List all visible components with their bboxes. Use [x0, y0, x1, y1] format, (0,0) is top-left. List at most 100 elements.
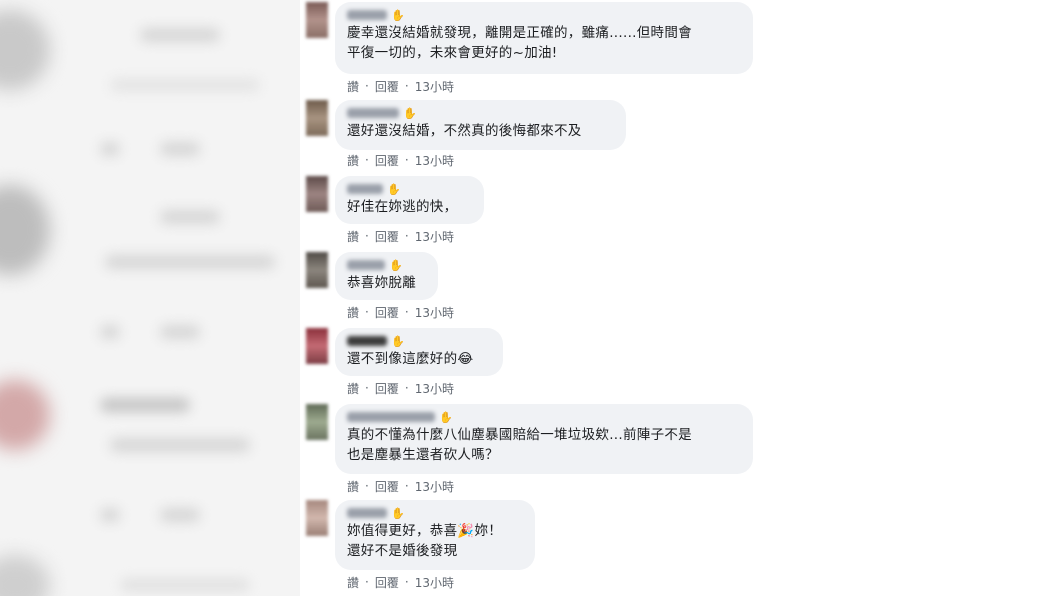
- hand-icon: ✋: [389, 258, 403, 272]
- like-link[interactable]: 讚: [347, 78, 359, 95]
- comment-actions: 讚 · 回覆 · 13小時: [347, 304, 454, 320]
- comment-bubble: ✋ 妳值得更好，恭喜🎉妳！ 還好不是婚後發現: [335, 500, 535, 570]
- avatar[interactable]: [306, 404, 328, 440]
- author-name-blurred[interactable]: [347, 108, 399, 118]
- author-name-blurred[interactable]: [347, 184, 383, 194]
- timestamp[interactable]: 13小時: [415, 228, 454, 245]
- blurred-text: [160, 142, 200, 156]
- blurred-text: [160, 325, 200, 339]
- avatar[interactable]: [306, 500, 328, 536]
- blank-background-right: [760, 0, 1060, 596]
- like-link[interactable]: 讚: [347, 574, 359, 591]
- avatar[interactable]: [306, 2, 328, 38]
- like-link[interactable]: 讚: [347, 228, 359, 245]
- comment-actions: 讚 · 回覆 · 13小時: [347, 380, 454, 396]
- dot-separator: ·: [365, 575, 369, 589]
- blurred-avatar: [0, 10, 50, 90]
- comment-feed: ✋ 慶幸還沒結婚就發現，離開是正確的，雖痛......但時間會 平復一切的，未來…: [300, 0, 760, 596]
- comment-bubble: ✋ 好佳在妳逃的快，: [335, 176, 484, 224]
- timestamp[interactable]: 13小時: [415, 78, 454, 95]
- comment-text: 妳值得更好，恭喜🎉妳！ 還好不是婚後發現: [347, 523, 503, 559]
- reply-link[interactable]: 回覆: [375, 78, 399, 95]
- timestamp[interactable]: 13小時: [415, 304, 454, 321]
- author-name-blurred[interactable]: [347, 10, 387, 20]
- comment-text: 好佳在妳逃的快，: [347, 199, 458, 215]
- dot-separator: ·: [404, 381, 409, 395]
- like-link[interactable]: 讚: [347, 152, 359, 169]
- timestamp[interactable]: 13小時: [415, 380, 454, 397]
- comment-actions: 讚 · 回覆 · 13小時: [347, 574, 454, 590]
- avatar[interactable]: [306, 100, 328, 136]
- like-link[interactable]: 讚: [347, 304, 359, 321]
- author-row: ✋: [347, 257, 426, 273]
- blurred-avatar: [0, 380, 50, 450]
- avatar[interactable]: [306, 176, 328, 212]
- avatar[interactable]: [306, 328, 328, 364]
- dot-separator: ·: [365, 479, 369, 493]
- comment-bubble: ✋ 還好還沒結婚，不然真的後悔都來不及: [335, 100, 626, 150]
- comment-bubble: ✋ 恭喜妳脫離: [335, 252, 438, 300]
- comment-text: 真的不懂為什麼八仙塵暴國賠給一堆垃圾欸...前陣子不是 也是塵暴生還者砍人嗎？: [347, 427, 692, 463]
- author-row: ✋: [347, 7, 741, 23]
- comment-actions: 讚 · 回覆 · 13小時: [347, 78, 454, 94]
- hand-icon: ✋: [403, 106, 417, 120]
- dot-separator: ·: [365, 79, 369, 93]
- author-name-blurred[interactable]: [347, 260, 385, 270]
- hand-icon: ✋: [387, 182, 401, 196]
- author-name-blurred[interactable]: [347, 336, 387, 346]
- dot-separator: ·: [404, 79, 409, 93]
- comment-actions: 讚 · 回覆 · 13小時: [347, 152, 454, 168]
- dot-separator: ·: [404, 479, 409, 493]
- reply-link[interactable]: 回覆: [375, 228, 399, 245]
- comment-actions: 讚 · 回覆 · 13小時: [347, 228, 454, 244]
- timestamp[interactable]: 13小時: [415, 574, 454, 591]
- dot-separator: ·: [365, 153, 369, 167]
- like-link[interactable]: 讚: [347, 478, 359, 495]
- like-link[interactable]: 讚: [347, 380, 359, 397]
- comment-text: 恭喜妳脫離: [347, 275, 416, 291]
- comment-bubble: ✋ 真的不懂為什麼八仙塵暴國賠給一堆垃圾欸...前陣子不是 也是塵暴生還者砍人嗎…: [335, 404, 753, 474]
- blurred-text: [120, 578, 250, 592]
- blurred-text: [140, 28, 220, 42]
- timestamp[interactable]: 13小時: [415, 152, 454, 169]
- blurred-text: [100, 325, 120, 339]
- dot-separator: ·: [404, 575, 409, 589]
- dot-separator: ·: [404, 305, 409, 319]
- comment-actions: 讚 · 回覆 · 13小時: [347, 478, 454, 494]
- hand-icon: ✋: [391, 334, 405, 348]
- comment-text: 還不到像這麼好的😂: [347, 351, 474, 367]
- blurred-avatar: [0, 185, 50, 275]
- hand-icon: ✋: [391, 8, 405, 22]
- author-name-blurred[interactable]: [347, 412, 435, 422]
- reply-link[interactable]: 回覆: [375, 380, 399, 397]
- hand-icon: ✋: [439, 410, 453, 424]
- blurred-background-left: [0, 0, 300, 596]
- comment-bubble: ✋ 慶幸還沒結婚就發現，離開是正確的，雖痛......但時間會 平復一切的，未來…: [335, 2, 753, 74]
- reply-link[interactable]: 回覆: [375, 574, 399, 591]
- dot-separator: ·: [404, 153, 409, 167]
- reply-link[interactable]: 回覆: [375, 478, 399, 495]
- timestamp[interactable]: 13小時: [415, 478, 454, 495]
- blurred-text: [100, 142, 120, 156]
- blurred-text: [160, 508, 200, 522]
- author-row: ✋: [347, 333, 491, 349]
- comment-bubble: ✋ 還不到像這麼好的😂: [335, 328, 503, 376]
- author-row: ✋: [347, 105, 614, 121]
- dot-separator: ·: [404, 229, 409, 243]
- author-row: ✋: [347, 505, 523, 521]
- blurred-text: [105, 255, 275, 269]
- blurred-text: [110, 78, 260, 92]
- dot-separator: ·: [365, 381, 369, 395]
- blurred-avatar: [0, 555, 50, 596]
- reply-link[interactable]: 回覆: [375, 304, 399, 321]
- dot-separator: ·: [365, 229, 369, 243]
- author-row: ✋: [347, 181, 472, 197]
- dot-separator: ·: [365, 305, 369, 319]
- blurred-text: [110, 438, 250, 452]
- blurred-text: [100, 398, 190, 412]
- comment-text: 慶幸還沒結婚就發現，離開是正確的，雖痛......但時間會 平復一切的，未來會更…: [347, 25, 692, 61]
- comment-text: 還好還沒結婚，不然真的後悔都來不及: [347, 123, 582, 139]
- author-name-blurred[interactable]: [347, 508, 387, 518]
- reply-link[interactable]: 回覆: [375, 152, 399, 169]
- avatar[interactable]: [306, 252, 328, 288]
